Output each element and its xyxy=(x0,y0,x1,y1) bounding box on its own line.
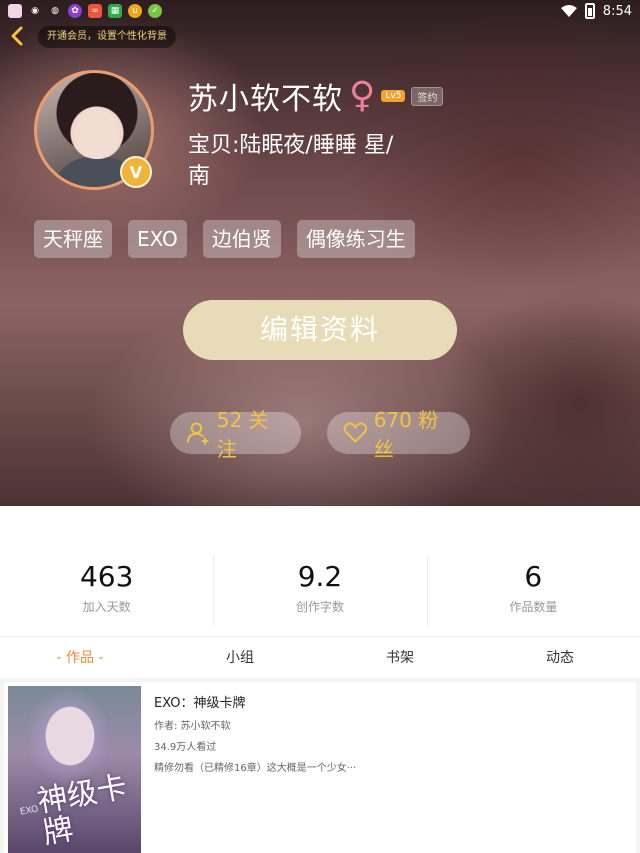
stat-word-count: 9.2 创作字数 xyxy=(213,506,426,636)
leaf-app-icon: ✓ xyxy=(148,4,162,18)
work-info: EXO：神级卡牌 作者: 苏小软不软 34.9万人看过 精修勿看（已精修16章）… xyxy=(154,692,356,774)
stat-join-days: 463 加入天数 xyxy=(0,506,213,636)
stat-label: 加入天数 xyxy=(82,600,131,614)
stat-value: 463 xyxy=(79,560,134,593)
u-app-icon: u xyxy=(128,4,142,18)
following-count: 52 关注 xyxy=(216,408,269,461)
back-button[interactable] xyxy=(6,26,28,48)
signed-badge: 签约 xyxy=(411,86,444,106)
tab-works[interactable]: - 作品 - xyxy=(0,637,160,678)
stat-label: 创作字数 xyxy=(295,600,344,614)
status-bar: ◉ ◍ ✿ ∞ ▦ u ✓ 8:54 xyxy=(0,0,640,22)
status-time: 8:54 xyxy=(602,3,632,19)
stat-works-count: 6 作品数量 xyxy=(426,506,640,636)
tag[interactable]: EXO xyxy=(128,220,187,258)
fans-count: 670 粉丝 xyxy=(373,408,439,461)
username: 苏小软不软 xyxy=(188,82,343,117)
tag[interactable]: 偶像练习生 xyxy=(296,220,415,258)
tag-list: 天秤座 EXO 边伯贤 偶像练习生 xyxy=(34,220,415,258)
work-card[interactable]: EXO 神级卡牌 EXO：神级卡牌 作者: 苏小软不软 34.9万人看过 精修勿… xyxy=(4,682,636,853)
tab-bookshelf[interactable]: 书架 xyxy=(320,637,480,678)
flower-app-icon: ✿ xyxy=(68,4,82,18)
tag[interactable]: 天秤座 xyxy=(34,220,112,258)
work-title[interactable]: EXO：神级卡牌 xyxy=(154,692,356,711)
green-app-icon: ▦ xyxy=(108,4,122,18)
stat-value: 6 xyxy=(524,560,543,593)
tag[interactable]: 边伯贤 xyxy=(202,220,281,258)
bio-text: 宝贝:陆眠夜/睡睡 星/南 xyxy=(188,133,394,189)
battery-icon xyxy=(584,3,595,19)
tab-activity[interactable]: 动态 xyxy=(480,637,640,678)
stat-value: 9.2 xyxy=(297,560,343,593)
verified-badge: V xyxy=(120,156,152,188)
work-views: 34.9万人看过 xyxy=(154,742,217,753)
cover-title: 神级卡牌 xyxy=(34,769,130,852)
avatar-face xyxy=(75,109,119,159)
fans-button[interactable]: 670 粉丝 xyxy=(327,408,470,461)
stats-bar: 463 加入天数 9.2 创作字数 6 作品数量 xyxy=(0,506,640,636)
following-button[interactable]: 52 关注 xyxy=(170,408,301,461)
work-description: 精修勿看（已精修16章）这大概是一个少女··· xyxy=(154,763,357,774)
weibo-icon: ◉ xyxy=(31,6,39,16)
wechat-icon: ◍ xyxy=(51,6,59,16)
tab-groups[interactable]: 小组 xyxy=(160,637,320,678)
level-badge: Lv5 xyxy=(381,90,406,102)
female-icon: ♀ xyxy=(349,75,376,116)
heart-icon xyxy=(343,422,368,443)
work-author: 作者: 苏小软不软 xyxy=(154,721,231,732)
stat-label: 作品数量 xyxy=(509,600,558,614)
red-app-icon: ∞ xyxy=(88,4,102,18)
edit-profile-button[interactable]: 编辑资料 xyxy=(183,300,457,360)
app-notification-icon xyxy=(8,4,22,18)
vip-background-link[interactable]: 开通会员，设置个性化背景 xyxy=(38,26,176,48)
chevron-left-icon xyxy=(11,26,23,46)
add-user-icon xyxy=(186,422,209,445)
wifi-icon xyxy=(560,5,577,17)
name-row: 苏小软不软 ♀ Lv5 签约 xyxy=(188,74,444,118)
book-cover[interactable]: EXO 神级卡牌 xyxy=(8,686,141,853)
profile-tabs: - 作品 - 小组 书架 动态 xyxy=(0,636,640,678)
cover-subtitle: EXO xyxy=(19,804,40,818)
